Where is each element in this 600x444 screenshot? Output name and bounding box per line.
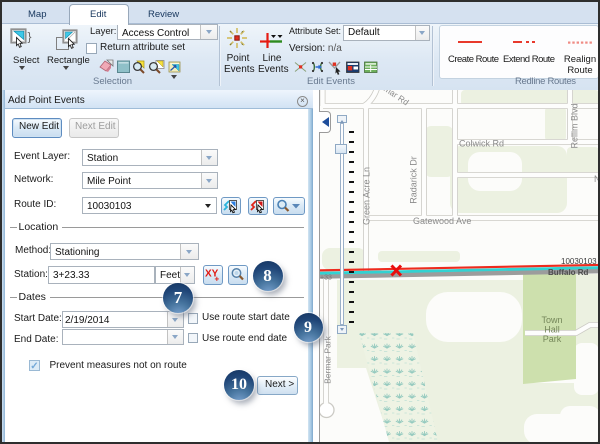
svg-text:Gatewood Ave: Gatewood Ave bbox=[413, 216, 471, 226]
svg-text:}: } bbox=[28, 30, 32, 44]
svg-text:Town: Town bbox=[541, 315, 562, 325]
svg-text:Green Acre Ln: Green Acre Ln bbox=[361, 167, 371, 225]
svg-text:+33: +33 bbox=[320, 275, 332, 282]
svg-text:10030103: 10030103 bbox=[561, 257, 597, 266]
svg-text:Park: Park bbox=[542, 334, 561, 344]
svg-text:Ne: Ne bbox=[594, 174, 599, 184]
svg-text:Bermar Park: Bermar Park bbox=[322, 335, 332, 383]
svg-text:Radarick Dr: Radarick Dr bbox=[408, 156, 418, 204]
svg-text:Hall: Hall bbox=[544, 325, 560, 335]
svg-text:+: + bbox=[215, 275, 220, 284]
svg-text:Rellim Blvd: Rellim Blvd bbox=[569, 103, 579, 148]
svg-text:Buffalo Rd: Buffalo Rd bbox=[548, 268, 589, 277]
svg-text:Colwick Rd: Colwick Rd bbox=[459, 139, 504, 149]
